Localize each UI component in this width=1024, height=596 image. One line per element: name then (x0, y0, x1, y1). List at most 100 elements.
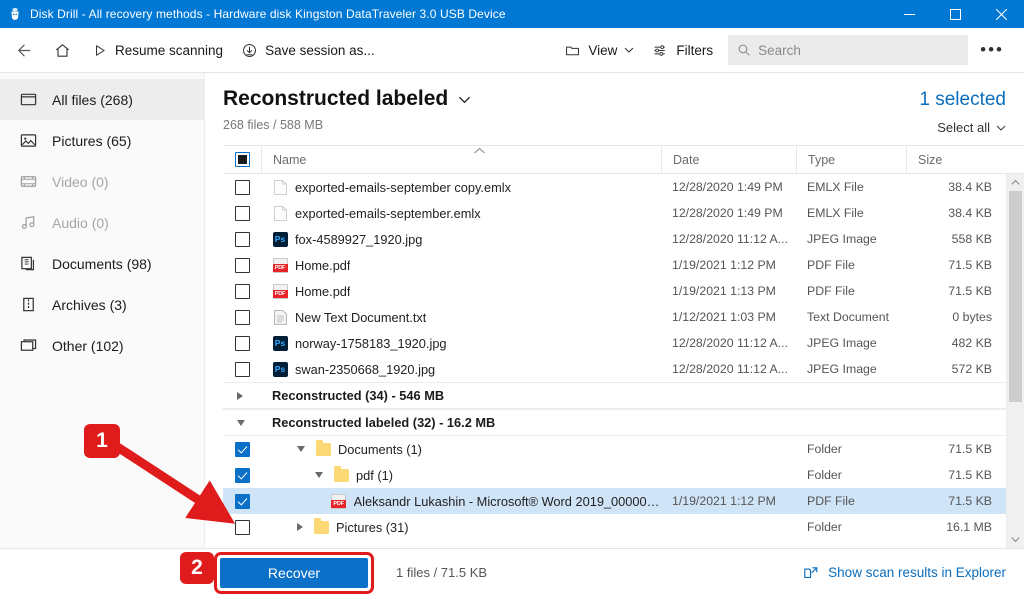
cell-size: 572 KB (951, 362, 992, 376)
filters-button[interactable]: Filters (643, 33, 722, 67)
table-row[interactable]: Ps norway-1758183_1920.jpg 12/28/2020 11:1… (223, 330, 1006, 356)
row-checkbox[interactable] (223, 335, 261, 351)
sidebar-item-documents[interactable]: Documents (98) (0, 243, 204, 284)
show-in-explorer-label: Show scan results in Explorer (828, 565, 1006, 580)
cell-type: PDF File (807, 494, 855, 508)
row-checkbox[interactable] (223, 283, 261, 299)
cell-name: pdf (1) (261, 466, 661, 483)
table-row[interactable]: Ps swan-2350668_1920.jpg 12/28/2020 11:12 … (223, 356, 1006, 382)
cell-name: Reconstructed labeled (32) - 16.2 MB (261, 415, 661, 430)
cell-date: 1/19/2021 1:12 PM (672, 494, 776, 508)
checkbox[interactable] (234, 257, 250, 273)
vertical-scrollbar[interactable] (1006, 174, 1024, 548)
main-header: Reconstructed labeled 268 files / 588 MB… (205, 73, 1024, 143)
file-name-label: exported-emails-september.emlx (295, 205, 481, 221)
checkbox[interactable] (234, 335, 250, 351)
chevron-down-icon[interactable] (457, 92, 472, 107)
scroll-thumb[interactable] (1009, 191, 1022, 402)
folder-icon (566, 46, 580, 55)
file-name-label: Aleksandr Lukashin - Microsoft® Word 201… (353, 493, 661, 509)
page-title[interactable]: Reconstructed labeled (223, 87, 919, 111)
column-header-name[interactable]: Name (261, 146, 661, 173)
sidebar-item-archives[interactable]: Archives (3) (0, 284, 204, 325)
sidebar-item-other[interactable]: Other (102) (0, 325, 204, 366)
search-box[interactable]: Search (728, 35, 969, 65)
row-checkbox[interactable] (223, 205, 261, 221)
cell-type: EMLX File (807, 180, 864, 194)
table-group-row[interactable]: Reconstructed labeled (32) - 16.2 MB (223, 409, 1006, 436)
header-checkbox[interactable] (223, 146, 261, 173)
cell-name: PDF Home.pdf (261, 283, 661, 299)
filters-icon (654, 44, 666, 56)
table-group-row[interactable]: Reconstructed (34) - 546 MB (223, 382, 1006, 409)
collapse-triangle-icon[interactable] (297, 446, 305, 452)
resume-scanning-button[interactable]: Resume scanning (82, 33, 232, 67)
table-body: exported-emails-september copy.emlx 12/28… (223, 174, 1024, 548)
table-row[interactable]: exported-emails-september.emlx 12/28/2020… (223, 200, 1006, 226)
checkbox[interactable] (234, 179, 250, 195)
save-session-button[interactable]: Save session as... (232, 33, 384, 67)
checkbox[interactable] (234, 309, 250, 325)
checkbox[interactable] (234, 361, 250, 377)
table-row[interactable]: New Text Document.txt 1/12/2021 1:03 PM Te… (223, 304, 1006, 330)
row-checkbox[interactable] (223, 179, 261, 195)
cell-size: 38.4 KB (948, 206, 992, 220)
table-row[interactable]: PDF Home.pdf 1/19/2021 1:13 PM PDF File 71.5… (223, 278, 1006, 304)
back-button[interactable] (4, 33, 43, 67)
checkbox[interactable] (234, 231, 250, 247)
cell-type: JPEG Image (807, 362, 877, 376)
checkbox[interactable] (234, 205, 250, 221)
checkbox[interactable] (234, 283, 250, 299)
home-button[interactable] (43, 33, 82, 67)
row-checkbox[interactable] (223, 257, 261, 273)
save-session-label: Save session as... (265, 42, 375, 58)
view-button[interactable]: View (555, 33, 643, 67)
row-checkbox[interactable] (223, 361, 261, 377)
sidebar-item-audio[interactable]: Audio (0) (0, 202, 204, 243)
table-row[interactable]: Ps fox-4589927_1920.jpg 12/28/2020 11:12 A… (223, 226, 1006, 252)
column-header-date[interactable]: Date (661, 146, 796, 173)
search-icon (738, 44, 750, 56)
more-options-button[interactable]: ••• (968, 33, 1016, 67)
table-row[interactable]: PDF Home.pdf 1/19/2021 1:12 PM PDF File 71.5… (223, 252, 1006, 278)
expand-triangle-icon[interactable] (237, 391, 243, 400)
cell-type: Folder (807, 442, 842, 456)
sidebar-item-video[interactable]: Video (0) (0, 161, 204, 202)
main-panel: Reconstructed labeled 268 files / 588 MB… (205, 73, 1024, 548)
annotation-arrow-1 (113, 442, 236, 524)
sidebar-item-all-files[interactable]: All files (268) (0, 79, 204, 120)
back-arrow-icon (17, 43, 31, 57)
maximize-button[interactable] (932, 0, 978, 28)
collapse-triangle-icon[interactable] (237, 419, 245, 426)
row-checkbox[interactable] (223, 309, 261, 325)
file-name-label: swan-2350668_1920.jpg (295, 361, 436, 377)
table-row[interactable]: Documents (1) Folder 71.5 KB (223, 436, 1006, 462)
file-name-label: New Text Document.txt (295, 309, 427, 325)
cell-name: Documents (1) (261, 440, 661, 457)
cell-size: 0 bytes (952, 310, 992, 324)
minimize-button[interactable] (886, 0, 932, 28)
select-all-label: Select all (937, 120, 990, 135)
collapse-triangle-icon[interactable] (315, 472, 323, 478)
scroll-down-arrow[interactable] (1011, 531, 1020, 548)
select-all-button[interactable]: Select all (919, 120, 1006, 135)
close-button[interactable] (978, 0, 1024, 28)
row-checkbox[interactable] (223, 231, 261, 247)
column-header-type[interactable]: Type (796, 146, 906, 173)
cell-size: 482 KB (951, 336, 992, 350)
folder-icon (315, 440, 331, 457)
sidebar-item-pictures[interactable]: Pictures (65) (0, 120, 204, 161)
column-header-size[interactable]: Size (906, 146, 1006, 173)
scroll-up-arrow[interactable] (1011, 174, 1020, 191)
table-row[interactable]: exported-emails-september copy.emlx 12/28… (223, 174, 1006, 200)
sidebar-label: Video (0) (52, 173, 109, 190)
recover-button[interactable]: Recover (220, 557, 368, 588)
row-checkbox (223, 391, 261, 400)
show-in-explorer-link[interactable]: Show scan results in Explorer (803, 565, 1006, 581)
expand-triangle-icon[interactable] (297, 523, 303, 531)
table-row[interactable]: Pictures (31) Folder 16.1 MB (223, 514, 1006, 540)
table-row[interactable]: pdf (1) Folder 71.5 KB (223, 462, 1006, 488)
resume-scanning-label: Resume scanning (115, 42, 224, 58)
table-row[interactable]: PDF Aleksandr Lukashin - Microsoft® Word … (223, 488, 1006, 514)
scroll-track[interactable] (1007, 191, 1024, 531)
